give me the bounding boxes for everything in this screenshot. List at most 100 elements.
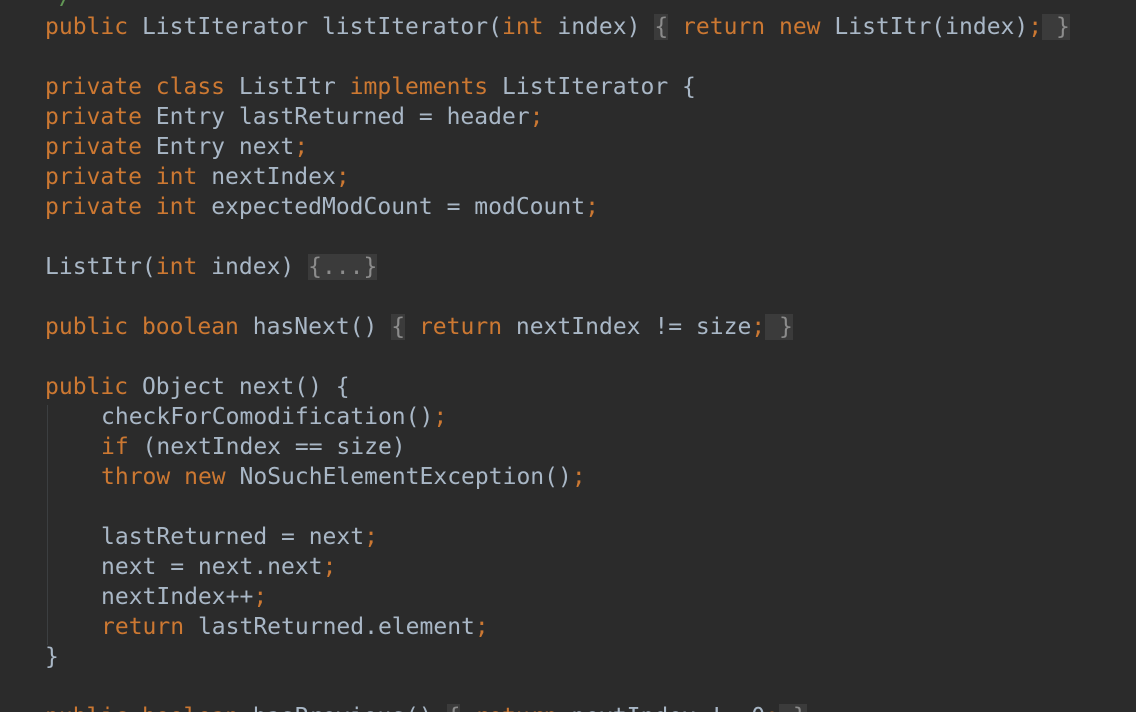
code-token: implements: [349, 74, 489, 100]
code-token: return: [418, 314, 503, 340]
code-token: ;: [253, 584, 268, 610]
code-line[interactable]: checkForComodification();: [101, 402, 447, 432]
code-token: ;: [433, 404, 448, 430]
code-token: nextIndex: [197, 164, 336, 190]
code-token: nextIndex != 0: [557, 704, 765, 712]
code-token: new: [184, 464, 226, 490]
code-token: int: [155, 164, 198, 190]
code-token: new: [778, 14, 821, 40]
code-token: private: [45, 194, 142, 220]
folded-code-marker[interactable]: {: [391, 314, 406, 340]
code-token: throw: [101, 464, 171, 490]
code-token: ;: [322, 554, 337, 580]
code-line[interactable]: lastReturned = next;: [101, 522, 378, 552]
code-token: ListIterator {: [488, 74, 696, 100]
code-token: int: [501, 14, 544, 40]
code-token: private: [45, 104, 142, 130]
code-token: expectedModCount = modCount: [197, 194, 586, 220]
folded-code-marker[interactable]: }: [779, 704, 807, 712]
code-token: ListItr: [225, 74, 350, 100]
code-line[interactable]: public Object next() {: [45, 372, 350, 402]
code-editor[interactable]: */public ListIterator listIterator(int i…: [0, 0, 1136, 712]
code-line[interactable]: if (nextIndex == size): [101, 432, 406, 462]
code-line[interactable]: private Entry lastReturned = header;: [45, 102, 544, 132]
code-token: lastReturned.element: [184, 614, 475, 640]
code-line[interactable]: private class ListItr implements ListIte…: [45, 72, 696, 102]
code-token: private: [45, 74, 142, 100]
code-token: index): [543, 14, 641, 40]
code-token: }: [45, 644, 59, 670]
code-token: ;: [335, 164, 350, 190]
code-token: ListItr(: [45, 254, 156, 280]
code-line[interactable]: public ListIterator listIterator(int ind…: [45, 12, 1070, 42]
code-token: class: [155, 74, 226, 100]
code-token: (nextIndex == size): [128, 434, 406, 460]
code-token: ;: [751, 314, 766, 340]
code-token: boolean: [142, 704, 239, 712]
code-token: if: [101, 434, 129, 460]
code-line[interactable]: public boolean hasPrevious() { return ne…: [45, 702, 807, 712]
code-token: ;: [364, 524, 378, 550]
code-line[interactable]: private int expectedModCount = modCount;: [45, 192, 599, 222]
code-line[interactable]: }: [45, 642, 59, 672]
code-token: ;: [585, 194, 599, 220]
code-token: return: [682, 14, 766, 40]
code-token: return: [474, 704, 557, 712]
code-token: private: [45, 164, 142, 190]
code-token: public: [45, 314, 129, 340]
code-token: private: [45, 134, 142, 160]
code-token: return: [101, 614, 185, 640]
code-line[interactable]: private Entry next;: [45, 132, 308, 162]
code-token: lastReturned = next: [101, 524, 365, 550]
code-token: Entry next: [141, 134, 295, 160]
code-token: int: [155, 254, 198, 280]
code-token: ;: [529, 104, 544, 130]
code-token: ListItr(index): [820, 14, 1029, 40]
folded-code-marker[interactable]: {: [446, 704, 461, 712]
code-token: checkForComodification(): [101, 404, 434, 430]
indent-guide: [47, 405, 48, 645]
code-token: public: [45, 704, 128, 712]
code-token: NoSuchElementException(): [225, 464, 572, 490]
code-line[interactable]: nextIndex++;: [101, 582, 267, 612]
code-line[interactable]: */: [45, 0, 73, 12]
code-token: public: [45, 374, 129, 400]
code-token: ;: [294, 134, 309, 160]
code-line[interactable]: throw new NoSuchElementException();: [101, 462, 586, 492]
code-token: */: [45, 0, 73, 10]
code-token: boolean: [141, 314, 239, 340]
folded-code-marker[interactable]: }: [1042, 14, 1070, 40]
code-token: nextIndex++: [101, 584, 254, 610]
code-line[interactable]: return lastReturned.element;: [101, 612, 489, 642]
code-token: index): [197, 254, 309, 280]
folded-code-marker[interactable]: {...}: [308, 254, 378, 280]
code-line[interactable]: ListItr(int index) {...}: [45, 252, 378, 282]
code-token: Object next() {: [128, 374, 350, 400]
code-line[interactable]: public boolean hasNext() { return nextIn…: [45, 312, 793, 342]
code-token: ;: [1028, 14, 1043, 40]
code-token: hasPrevious(): [239, 704, 433, 712]
code-line[interactable]: next = next.next;: [101, 552, 336, 582]
folded-code-marker[interactable]: {: [654, 14, 669, 40]
code-token: Entry lastReturned = header: [141, 104, 530, 130]
code-token: public: [45, 14, 129, 40]
code-token: int: [155, 194, 198, 220]
code-token: ListIterator listIterator(: [128, 14, 502, 40]
code-token: next = next.next: [101, 554, 323, 580]
code-token: ;: [474, 614, 489, 640]
folded-code-marker[interactable]: }: [765, 314, 793, 340]
code-line[interactable]: private int nextIndex;: [45, 162, 350, 192]
code-token: hasNext(): [238, 314, 378, 340]
